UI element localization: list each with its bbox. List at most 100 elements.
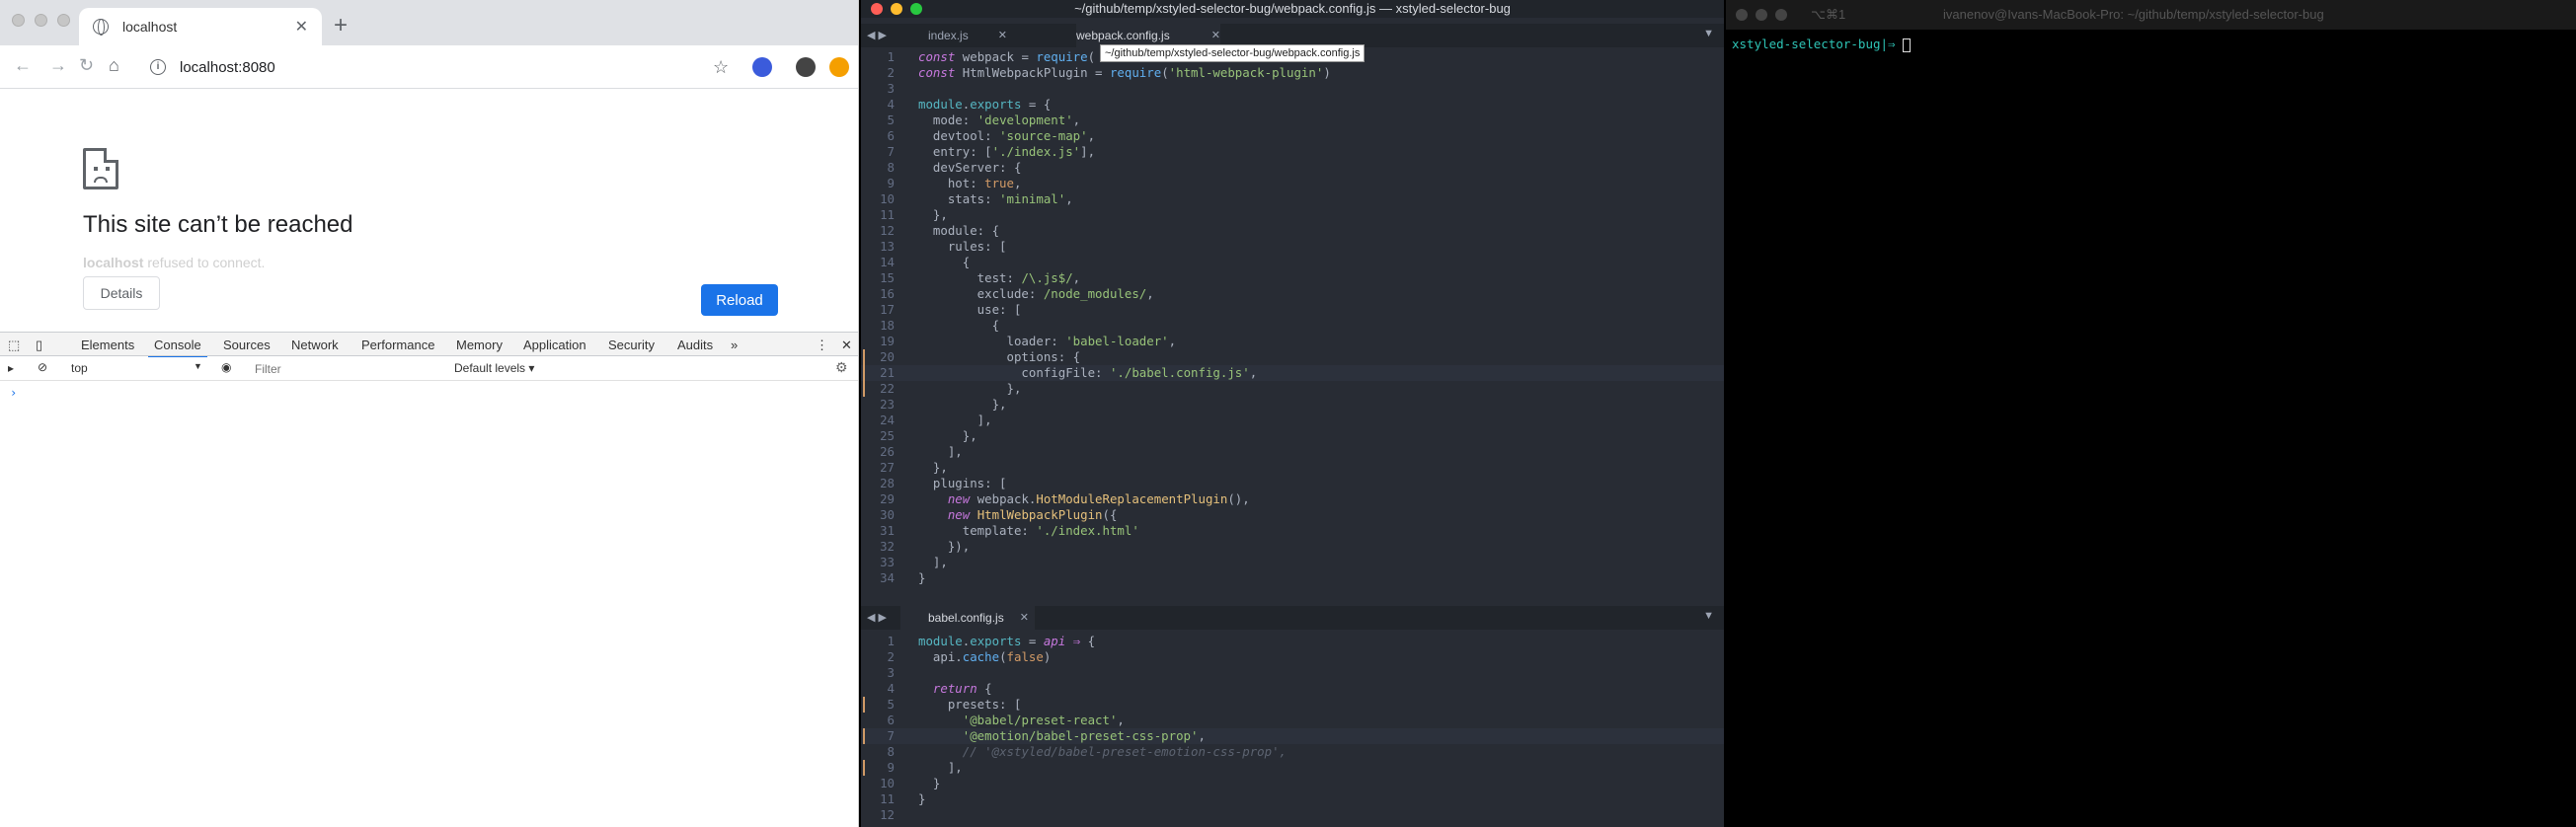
close-devtools-icon[interactable]: ✕ (841, 338, 852, 353)
code-line[interactable]: 12 (861, 807, 1724, 823)
code-line[interactable]: 26 ], (861, 444, 1724, 460)
code-line[interactable]: 5 mode: 'development', (861, 113, 1724, 128)
window-controls[interactable] (12, 14, 70, 27)
extension-icon[interactable] (752, 57, 772, 77)
code-line[interactable]: 6 '@babel/preset-react', (861, 713, 1724, 728)
code-line[interactable]: 12 module: { (861, 223, 1724, 239)
code-line[interactable]: 9 ], (861, 760, 1724, 776)
tab-network[interactable]: Network (291, 338, 339, 352)
code-line[interactable]: 4 return { (861, 681, 1724, 697)
extension-icon[interactable] (796, 57, 816, 77)
filter-input[interactable] (255, 360, 442, 378)
back-icon[interactable]: ← (14, 55, 32, 76)
code-line[interactable]: 32 }), (861, 539, 1724, 555)
inspect-icon[interactable]: ⬚ (8, 338, 20, 353)
code-line[interactable]: 20 options: { (861, 349, 1724, 365)
window-controls[interactable] (871, 3, 922, 15)
tab-performance[interactable]: Performance (361, 338, 434, 352)
code-line[interactable]: 30 new HtmlWebpackPlugin({ (861, 507, 1724, 523)
code-line[interactable]: 8 // '@xstyled/babel-preset-emotion-css-… (861, 744, 1724, 760)
eye-icon[interactable]: ◉ (221, 360, 231, 374)
code-line[interactable]: 17 use: [ (861, 302, 1724, 318)
kebab-menu-icon[interactable]: ⋮ (816, 338, 828, 353)
code-line[interactable]: 24 ], (861, 413, 1724, 428)
code-line[interactable]: 10 } (861, 776, 1724, 791)
forward-icon[interactable]: → (49, 55, 67, 76)
extension-icon[interactable] (829, 57, 849, 77)
code-line[interactable]: 18 { (861, 318, 1724, 334)
code-line[interactable]: 11 }, (861, 207, 1724, 223)
code-line[interactable]: 16 exclude: /node_modules/, (861, 286, 1724, 302)
home-icon[interactable]: ⌂ (109, 55, 119, 76)
code-line[interactable]: 13 rules: [ (861, 239, 1724, 255)
sidebar-toggle-icon[interactable]: ▸ (8, 361, 14, 375)
tab-audits[interactable]: Audits (677, 338, 713, 352)
close-tab-icon[interactable]: ✕ (1020, 606, 1029, 630)
code-line[interactable]: 1 module.exports = api ⇒ { (861, 634, 1724, 649)
code-line[interactable]: 31 template: './index.html' (861, 523, 1724, 539)
details-button[interactable]: Details (83, 276, 160, 310)
code-line[interactable]: 33 ], (861, 555, 1724, 570)
pane-nav-arrows[interactable]: ◀ ▶ (867, 606, 887, 630)
tab-elements[interactable]: Elements (81, 338, 134, 352)
address-bar[interactable]: i localhost:8080 (150, 51, 762, 83)
tab-memory[interactable]: Memory (456, 338, 503, 352)
new-tab-button[interactable]: + (334, 12, 348, 39)
code-pane-babel[interactable]: 1 module.exports = api ⇒ {2 api.cache(fal… (861, 634, 1724, 827)
tab-sources[interactable]: Sources (223, 338, 271, 352)
code-line[interactable]: 4 module.exports = { (861, 97, 1724, 113)
pane-menu-icon[interactable]: ▼ (1703, 28, 1714, 39)
code-line[interactable]: 3 (861, 665, 1724, 681)
close-tab-icon[interactable]: ✕ (295, 17, 308, 37)
pane-menu-icon[interactable]: ▼ (1703, 610, 1714, 622)
code-line[interactable]: 11} (861, 791, 1724, 807)
clear-console-icon[interactable]: ⊘ (38, 360, 47, 374)
code-line[interactable]: 2 api.cache(false) (861, 649, 1724, 665)
code-line[interactable]: 8 devServer: { (861, 160, 1724, 176)
browser-tab[interactable]: localhost ✕ (79, 8, 322, 45)
info-icon[interactable]: i (150, 59, 166, 75)
device-toggle-icon[interactable]: ▯ (36, 338, 42, 353)
code-line[interactable]: 23 }, (861, 397, 1724, 413)
code-line[interactable]: 5 presets: [ (861, 697, 1724, 713)
code-line[interactable]: 7 '@emotion/babel-preset-css-prop', (861, 728, 1724, 744)
line-number: 27 (880, 460, 895, 475)
code-line[interactable]: 1 const webpack = require( (861, 49, 1724, 65)
code-line[interactable]: 28 plugins: [ (861, 476, 1724, 491)
tab-security[interactable]: Security (608, 338, 655, 352)
code-line[interactable]: 14 { (861, 255, 1724, 270)
code-line[interactable]: 25 }, (861, 428, 1724, 444)
gear-icon[interactable]: ⚙ (835, 359, 848, 376)
code-line[interactable]: 2 const HtmlWebpackPlugin = require('html… (861, 65, 1724, 81)
reload-icon[interactable]: ↻ (79, 55, 94, 76)
close-tab-icon[interactable]: ✕ (998, 24, 1007, 47)
bookmark-star-icon[interactable]: ☆ (713, 57, 729, 78)
log-levels-select[interactable]: Default levels ▾ (454, 361, 534, 375)
code-line[interactable]: 9 hot: true, (861, 176, 1724, 191)
tab-console[interactable]: Console (148, 338, 207, 358)
tab-index-js[interactable]: index.js ✕ (900, 24, 1019, 47)
context-select[interactable]: top (71, 361, 88, 375)
chevron-down-icon[interactable]: ▼ (194, 361, 202, 371)
code-line[interactable]: 6 devtool: 'source-map', (861, 128, 1724, 144)
code-line[interactable]: 19 loader: 'babel-loader', (861, 334, 1724, 349)
code-line[interactable]: 3 (861, 81, 1724, 97)
console-prompt[interactable]: › (10, 386, 17, 400)
reload-button[interactable]: Reload (701, 284, 778, 316)
line-number: 5 (887, 113, 895, 127)
code-pane-webpack[interactable]: 1 const webpack = require(2 const HtmlWebp… (861, 49, 1724, 602)
pane-nav-arrows[interactable]: ◀ ▶ (867, 24, 887, 47)
code-line[interactable]: 10 stats: 'minimal', (861, 191, 1724, 207)
code-line[interactable]: 7 entry: ['./index.js'], (861, 144, 1724, 160)
terminal-prompt[interactable]: xstyled-selector-bug|⇒ (1732, 37, 1912, 52)
code-line[interactable]: 22 }, (861, 381, 1724, 397)
tab-application[interactable]: Application (523, 338, 586, 352)
more-tabs-icon[interactable]: » (731, 338, 738, 352)
code-line[interactable]: 34} (861, 570, 1724, 586)
tab-babel-config[interactable]: babel.config.js ✕ (900, 606, 1035, 630)
code-line[interactable]: 21 configFile: './babel.config.js', (861, 365, 1724, 381)
window-controls[interactable] (1736, 9, 1787, 21)
code-line[interactable]: 29 new webpack.HotModuleReplacementPlugi… (861, 491, 1724, 507)
code-line[interactable]: 15 test: /\.js$/, (861, 270, 1724, 286)
code-line[interactable]: 27 }, (861, 460, 1724, 476)
